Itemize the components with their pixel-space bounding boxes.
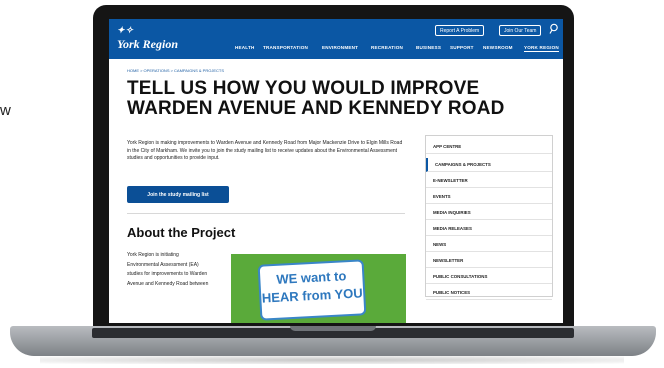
promo-line-2: HEAR from YOU — [261, 285, 364, 306]
partial-text-fragment: w — [0, 102, 11, 119]
logo-mark-icon: ✦✧ — [117, 25, 135, 35]
section-divider — [127, 213, 405, 214]
laptop-shadow — [40, 356, 624, 364]
sidebar-item-events[interactable]: EVENTS — [426, 190, 552, 204]
nav-business[interactable]: BUSINESS — [416, 45, 441, 50]
nav-support[interactable]: SUPPORT — [450, 45, 474, 50]
nav-health[interactable]: HEALTH — [235, 45, 255, 50]
sidebar-item-media-releases[interactable]: MEDIA RELEASES — [426, 222, 552, 236]
sidebar-item-newsletter[interactable]: NEWSLETTER — [426, 254, 552, 268]
join-our-team-button[interactable]: Join Our Team — [499, 25, 542, 36]
about-text: York Region is initiating Environmental … — [127, 252, 209, 287]
site-header: ✦✧ York Region Report A Problem Join Our… — [109, 19, 563, 59]
sidebar-item-public-notices[interactable]: PUBLIC NOTICES — [426, 286, 552, 300]
nav-environment[interactable]: ENVIRONMENT — [322, 45, 358, 50]
nav-york-region[interactable]: YORK REGION — [524, 45, 559, 52]
promo-line-1: WE want to — [275, 268, 347, 287]
laptop-notch — [290, 326, 376, 331]
sidebar-item-news[interactable]: NEWS — [426, 238, 552, 252]
nav-transportation[interactable]: TRANSPORTATION — [263, 45, 308, 50]
sidebar-item-app-centre[interactable]: APP CENTRE — [426, 140, 552, 154]
join-mailing-list-button[interactable]: Join the study mailing list — [127, 186, 229, 203]
intro-text: York Region is making improvements to Wa… — [127, 140, 403, 162]
sidebar-item-campaigns-projects[interactable]: CAMPAIGNS & PROJECTS — [426, 158, 552, 172]
report-problem-button[interactable]: Report A Problem — [435, 25, 485, 36]
sidebar-item-public-consultations[interactable]: PUBLIC CONSULTATIONS — [426, 270, 552, 284]
sidebar-menu: APP CENTRE CAMPAIGNS & PROJECTS E-NEWSLE… — [425, 135, 553, 300]
sidebar-item-e-newsletter[interactable]: E-NEWSLETTER — [426, 174, 552, 188]
nav-recreation[interactable]: RECREATION — [371, 45, 403, 50]
breadcrumb[interactable]: HOME > OPERATIONS > CAMPAIGNS & PROJECTS — [127, 68, 224, 73]
promo-image: WE want to HEAR from YOU — [231, 254, 406, 323]
page-title: TELL US HOW YOU WOULD IMPROVE WARDEN AVE… — [127, 78, 505, 119]
browser-viewport: ✦✧ York Region Report A Problem Join Our… — [109, 19, 563, 323]
sidebar-item-media-inquiries[interactable]: MEDIA INQUIRIES — [426, 206, 552, 220]
about-heading: About the Project — [127, 225, 236, 240]
main-nav: HEALTH TRANSPORTATION ENVIRONMENT RECREA… — [109, 45, 563, 57]
speech-bubble: WE want to HEAR from YOU — [257, 259, 367, 321]
search-icon[interactable] — [549, 23, 559, 35]
nav-newsroom[interactable]: NEWSROOM — [483, 45, 513, 50]
